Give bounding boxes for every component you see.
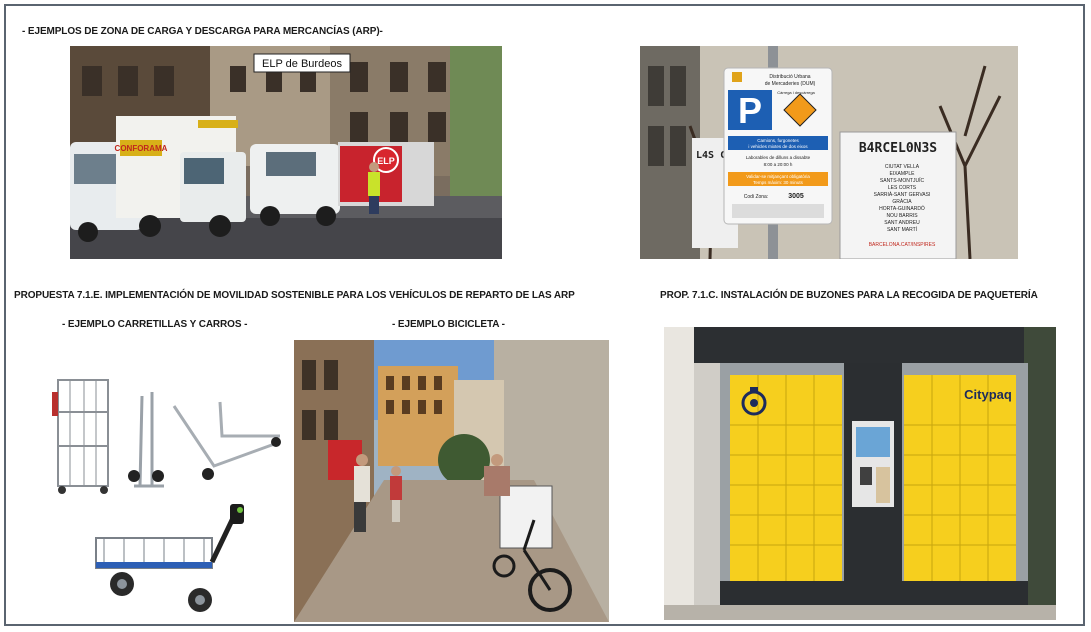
district-name: HORTA-GUINARDÓ [879, 205, 925, 212]
district-name: SARRIÀ-SANT GERVASI [874, 191, 931, 198]
sign-hours-note: Càrrega i descàrrega [777, 90, 815, 95]
illustration-carts-trolleys [44, 356, 288, 620]
sign-zone-code: 3005 [788, 193, 804, 200]
photo-barcelona-dum-sign: L4S C Distribució Urbana de Mercaderies … [640, 46, 1018, 259]
district-name: NOU BARRIS [886, 213, 918, 219]
sign-ticket-line1: Validar-se mitjançant obligatòria [746, 174, 810, 179]
photo-cargo-bicycle-street [294, 340, 609, 622]
sign-schedule-line1: Laborables de dilluns a dissabte [746, 155, 811, 160]
heading-proposal-7-1-c: PROP. 7.1.C. INSTALACIÓN DE BUZONES PARA… [660, 290, 1038, 301]
side-sign-title: B4RCEL0N3S [859, 141, 937, 156]
district-name: LES CORTS [888, 185, 917, 191]
sign-ticket-line2: Temps màxim: 30 minuts [753, 180, 804, 185]
kiosk-brand-text: ELP [377, 156, 395, 166]
district-name: EIXAMPLE [889, 171, 915, 177]
sign-title-line2: de Mercaderies (DUM) [765, 81, 816, 87]
left-sign-text: L4S C [696, 150, 726, 161]
parking-p-letter: P [738, 90, 762, 131]
heading-bike-example: - EJEMPLO BICICLETA - [392, 319, 505, 330]
truck-brand-text: CONFORAMA [115, 144, 168, 153]
sign-schedule-line2: 8:00 a 20:00 h [764, 162, 793, 167]
sign-title-line1: Distribució Urbana [769, 74, 810, 80]
photo-bordeaux-loading-zone: CONFORAMA ELP ELP de Burdeos [70, 46, 502, 259]
heading-proposal-7-1-e: PROPUESTA 7.1.E. IMPLEMENTACIÓN DE MOVIL… [14, 290, 575, 301]
sign-zone-label: Codi Zona: [744, 194, 768, 200]
photo-caption-elp-burdeos: ELP de Burdeos [262, 58, 342, 70]
heading-arp-examples: - EJEMPLOS DE ZONA DE CARGA Y DESCARGA P… [22, 26, 383, 37]
sign-vehicles-line1: Camions, furgonetes [757, 138, 799, 143]
district-name: SANT ANDREU [884, 220, 920, 226]
heading-carts-example: - EJEMPLO CARRETILLAS Y CARROS - [62, 319, 248, 330]
side-sign-url: BARCELONA.CAT/INSPIRES [869, 242, 936, 248]
district-name: SANT MARTÍ [887, 226, 918, 233]
sign-vehicles-line2: i vehicles mixtes de dos eixos [748, 144, 808, 149]
district-name: CIUTAT VELLA [885, 164, 920, 170]
photo-citypaq-parcel-lockers: Citypaq [664, 327, 1056, 620]
district-name: SANTS-MONTJUÏC [880, 177, 925, 184]
district-name: GRÀCIA [892, 198, 912, 205]
locker-brand-citypaq: Citypaq [964, 387, 1012, 402]
